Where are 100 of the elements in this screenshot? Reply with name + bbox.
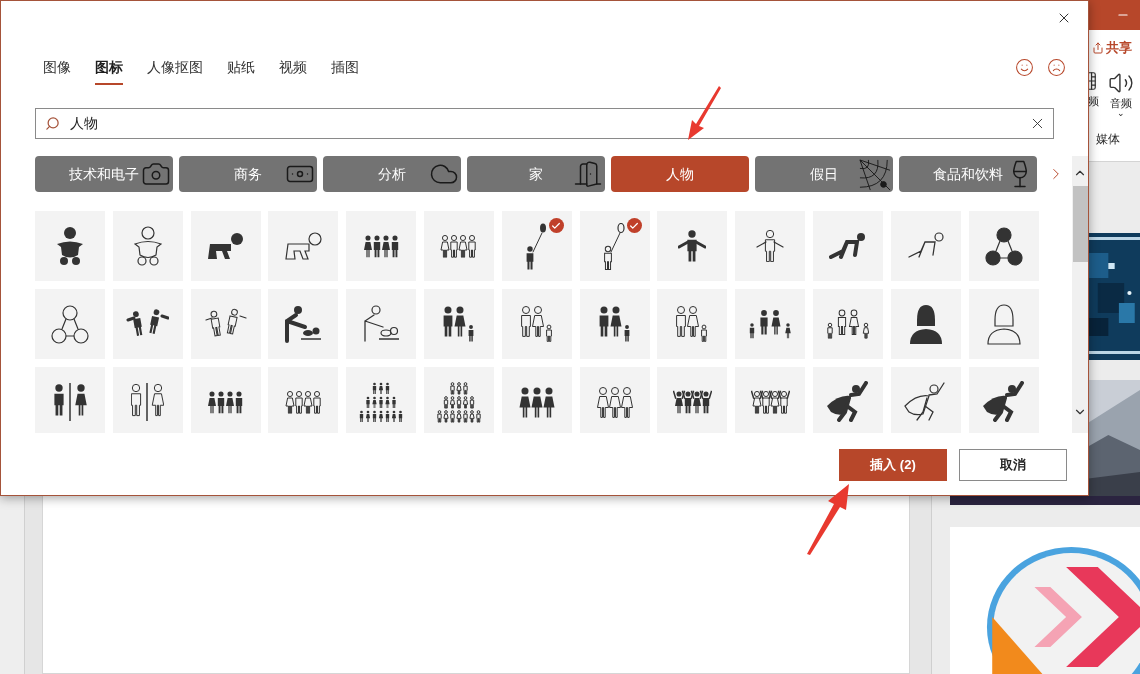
icon-tile[interactable]	[346, 211, 417, 281]
icon-tile[interactable]	[657, 367, 728, 433]
icon-tile[interactable]	[424, 289, 494, 359]
category-button[interactable]: 食品和饮料	[899, 156, 1037, 192]
people-network-icon	[984, 226, 1023, 266]
spider-web-icon	[859, 159, 891, 191]
diaper-changing-icon	[284, 305, 323, 343]
crowd-icon	[359, 381, 404, 423]
group-icon	[362, 234, 400, 258]
icon-tile[interactable]	[657, 289, 728, 359]
icon-tile[interactable]	[579, 211, 650, 281]
cheering-group-icon	[672, 390, 712, 414]
audio-label[interactable]: 音频	[1110, 98, 1132, 109]
icon-tile[interactable]	[112, 211, 183, 281]
icon-tile[interactable]	[35, 289, 105, 359]
sprinter-icon	[906, 232, 945, 260]
icon-tile[interactable]	[190, 289, 261, 359]
scrollbar[interactable]	[1072, 156, 1088, 433]
category-button[interactable]: 商务	[179, 156, 317, 192]
category-button[interactable]: 假日	[755, 156, 893, 192]
icon-tile[interactable]	[812, 367, 883, 433]
icon-tile[interactable]	[346, 367, 417, 433]
icon-tile[interactable]	[890, 289, 961, 359]
icon-tile[interactable]	[657, 211, 728, 281]
frown-icon[interactable]	[1047, 58, 1066, 77]
share-icon	[1092, 42, 1104, 54]
icon-tile[interactable]	[501, 211, 572, 281]
icon-tile[interactable]	[35, 211, 105, 281]
icon-tile[interactable]	[890, 211, 961, 281]
caret-icon[interactable]: ⌄	[1117, 109, 1125, 118]
icon-tile[interactable]	[424, 211, 494, 281]
group-icon	[207, 390, 245, 414]
category-button[interactable]: 分析	[323, 156, 461, 192]
women-group-icon	[596, 386, 633, 418]
family-icon	[443, 306, 475, 342]
check-badge-icon	[548, 218, 564, 233]
tab[interactable]: 视频	[279, 55, 307, 85]
restroom-icon	[131, 382, 165, 422]
icon-tile[interactable]	[968, 367, 1039, 433]
family-icon	[598, 306, 631, 342]
group-label: 媒体	[1095, 131, 1121, 148]
icon-tile[interactable]	[735, 367, 806, 433]
smile-icon[interactable]	[1015, 58, 1034, 77]
share-button[interactable]: 共享	[1088, 38, 1140, 58]
search-field[interactable]: 人物	[35, 108, 1054, 139]
icon-tile[interactable]	[424, 367, 494, 433]
icon-tile[interactable]	[268, 289, 339, 359]
icon-tile[interactable]	[968, 289, 1039, 359]
family-icon	[676, 306, 709, 342]
icon-tile[interactable]	[812, 211, 883, 281]
child-with-balloon-icon	[526, 222, 548, 270]
restroom-icon	[53, 382, 87, 422]
icon-tile[interactable]	[968, 211, 1039, 281]
category-button[interactable]: 技术和电子	[35, 156, 173, 192]
category-button[interactable]: 家	[467, 156, 605, 192]
icon-tile[interactable]	[190, 367, 261, 433]
tab[interactable]: 图标	[95, 55, 123, 85]
family-icon	[749, 309, 792, 339]
woman-icon	[986, 303, 1021, 345]
crawling-baby-icon	[284, 232, 322, 260]
child-with-balloon-icon	[604, 222, 626, 270]
superhero-icon	[826, 381, 870, 423]
icon-tile[interactable]	[812, 289, 883, 359]
icon-tile[interactable]	[268, 211, 339, 281]
shrugging-person-icon	[756, 230, 785, 262]
icon-tile[interactable]	[112, 367, 183, 433]
family-icon	[826, 309, 869, 339]
category-button[interactable]: 人物	[611, 156, 749, 192]
cancel-button[interactable]: 取消	[959, 449, 1067, 481]
icon-tile[interactable]	[501, 289, 572, 359]
icon-tile[interactable]	[35, 367, 105, 433]
people-network-icon	[51, 304, 89, 344]
group-icon	[284, 390, 322, 414]
tab[interactable]: 贴纸	[227, 55, 255, 85]
icon-tile[interactable]	[112, 289, 183, 359]
door-icon	[573, 159, 603, 189]
tab[interactable]: 人像抠图	[147, 55, 203, 85]
icon-tile[interactable]	[579, 367, 650, 433]
scroll-thumb[interactable]	[1072, 186, 1088, 262]
crawling-baby-icon	[207, 232, 245, 260]
tab[interactable]: 插图	[331, 55, 359, 85]
woman-icon	[908, 303, 943, 345]
icon-tile[interactable]	[190, 211, 261, 281]
icon-tile[interactable]	[346, 289, 417, 359]
tab[interactable]: 图像	[43, 55, 71, 85]
icon-tile[interactable]	[735, 289, 806, 359]
video-label[interactable]: 频	[1088, 96, 1099, 107]
family-icon	[520, 306, 553, 342]
check-badge-icon	[626, 218, 642, 233]
icon-tile[interactable]	[735, 211, 806, 281]
icon-tile[interactable]	[579, 289, 650, 359]
icon-tile[interactable]	[501, 367, 572, 433]
crowd-icon	[437, 381, 481, 423]
superhero-icon	[982, 381, 1026, 423]
dancers-icon	[204, 308, 248, 340]
icon-tile[interactable]	[890, 367, 961, 433]
insert-button[interactable]: 插入 (2)	[839, 449, 947, 481]
diaper-changing-icon	[362, 305, 401, 343]
search-icon	[45, 116, 60, 131]
icon-tile[interactable]	[268, 367, 339, 433]
